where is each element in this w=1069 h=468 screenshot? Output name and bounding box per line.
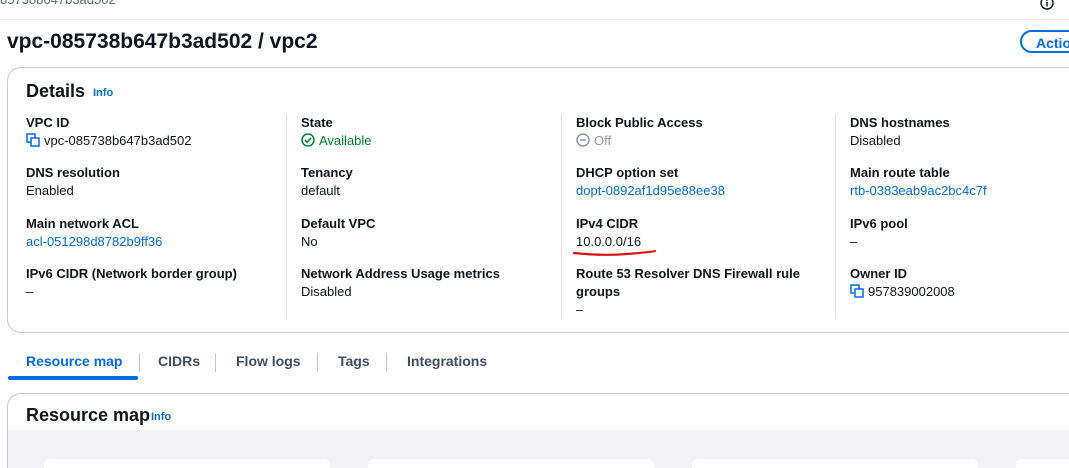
red-underline-annotation — [572, 249, 657, 256]
field-label: Tenancy — [301, 165, 353, 180]
field-label: DNS hostnames — [850, 115, 950, 130]
resource-map-node[interactable] — [1016, 459, 1069, 468]
check-circle-icon — [301, 133, 315, 147]
tab-integrations[interactable]: Integrations — [407, 346, 487, 380]
tab-divider — [386, 353, 387, 372]
field-label: DHCP option set — [576, 165, 679, 180]
resource-map-node[interactable] — [44, 459, 330, 468]
column-divider — [835, 114, 836, 319]
field-label: State — [301, 115, 333, 130]
field-default-vpc: Default VPC No — [301, 215, 556, 251]
resource-map-node[interactable] — [368, 459, 654, 468]
field-label: Default VPC — [301, 216, 376, 231]
field-value: Enabled — [26, 183, 74, 198]
field-label: Block Public Access — [576, 115, 703, 130]
field-vpc-id: VPC ID vpc-085738b647b3ad502 — [26, 114, 281, 150]
field-dns-resolution: DNS resolution Enabled — [26, 164, 281, 200]
tab-divider — [139, 353, 140, 372]
field-ipv6-pool: IPv6 pool – — [850, 215, 1069, 251]
tab-resource-map[interactable]: Resource map — [26, 346, 122, 380]
field-tenancy: Tenancy default — [301, 164, 556, 200]
field-value: – — [850, 234, 858, 249]
field-value: – — [576, 302, 584, 317]
field-state: State Available — [301, 114, 556, 150]
field-label: Network Address Usage metrics — [301, 266, 500, 281]
field-label: DNS resolution — [26, 165, 120, 180]
tab-divider — [317, 353, 318, 372]
tab-divider — [215, 353, 216, 372]
details-info-link[interactable]: Info — [93, 87, 113, 99]
page-title: vpc-085738b647b3ad502 / vpc2 — [7, 30, 318, 53]
field-label: VPC ID — [26, 115, 70, 130]
copy-icon[interactable] — [26, 133, 40, 147]
field-label: Route 53 Resolver DNS Firewall rule grou… — [576, 266, 800, 299]
field-value: No — [301, 234, 318, 249]
owner-id-value: 957839002008 — [868, 284, 955, 299]
field-main-route-table: Main route table rtb-0383eab9ac2bc4c7f — [850, 164, 1069, 200]
field-nau-metrics: Network Address Usage metrics Disabled — [301, 265, 556, 301]
dhcp-option-set-link[interactable]: dopt-0892af1d95e88ee38 — [576, 182, 831, 200]
field-block-public-access: Block Public Access Off — [576, 114, 831, 150]
tab-cidrs[interactable]: CIDRs — [158, 346, 200, 380]
field-owner-id: Owner ID 957839002008 — [850, 265, 1069, 301]
top-strip: 85738b647b3ad502 — [0, 0, 1069, 20]
field-value: – — [26, 284, 34, 299]
breadcrumb-resource-id: 85738b647b3ad502 — [0, 0, 116, 7]
field-label: IPv6 pool — [850, 216, 908, 231]
block-public-access-value: Off — [594, 133, 612, 148]
field-label: IPv6 CIDR (Network border group) — [26, 266, 237, 281]
field-value: Disabled — [301, 284, 352, 299]
resource-map-title: Resource map — [26, 405, 151, 425]
tab-tags[interactable]: Tags — [338, 346, 370, 380]
state-value: Available — [319, 133, 372, 148]
main-route-table-link[interactable]: rtb-0383eab9ac2bc4c7f — [850, 182, 1069, 200]
field-dns-hostnames: DNS hostnames Disabled — [850, 114, 1069, 150]
copy-icon[interactable] — [850, 284, 864, 298]
column-divider — [561, 114, 562, 319]
field-dhcp-option-set: DHCP option set dopt-0892af1d95e88ee38 — [576, 164, 831, 200]
details-title: Details — [26, 81, 86, 101]
field-ipv4-cidr: IPv4 CIDR 10.0.0.0/16 — [576, 215, 831, 251]
field-label: Main network ACL — [26, 216, 139, 231]
field-value: default — [301, 183, 341, 198]
tab-flow-logs[interactable]: Flow logs — [236, 346, 301, 380]
resource-map-node[interactable] — [692, 459, 978, 468]
field-ipv6-cidr: IPv6 CIDR (Network border group) – — [26, 265, 281, 301]
field-main-network-acl: Main network ACL acl-051298d8782b9ff36 — [26, 215, 281, 251]
field-label: IPv4 CIDR — [576, 216, 639, 231]
actions-button[interactable]: Actions — [1020, 30, 1069, 53]
field-label: Main route table — [850, 165, 950, 180]
minus-circle-icon — [576, 133, 590, 147]
column-divider — [286, 114, 287, 319]
main-network-acl-link[interactable]: acl-051298d8782b9ff36 — [26, 233, 281, 251]
field-route53-firewall: Route 53 Resolver DNS Firewall rule grou… — [576, 265, 811, 319]
field-value: Disabled — [850, 133, 901, 148]
vpc-id-value: vpc-085738b647b3ad502 — [44, 133, 192, 148]
info-circle-icon[interactable] — [1040, 0, 1054, 10]
active-tab-indicator — [8, 376, 138, 380]
resource-map-info-link[interactable]: Info — [151, 411, 171, 423]
field-label: Owner ID — [850, 266, 908, 281]
